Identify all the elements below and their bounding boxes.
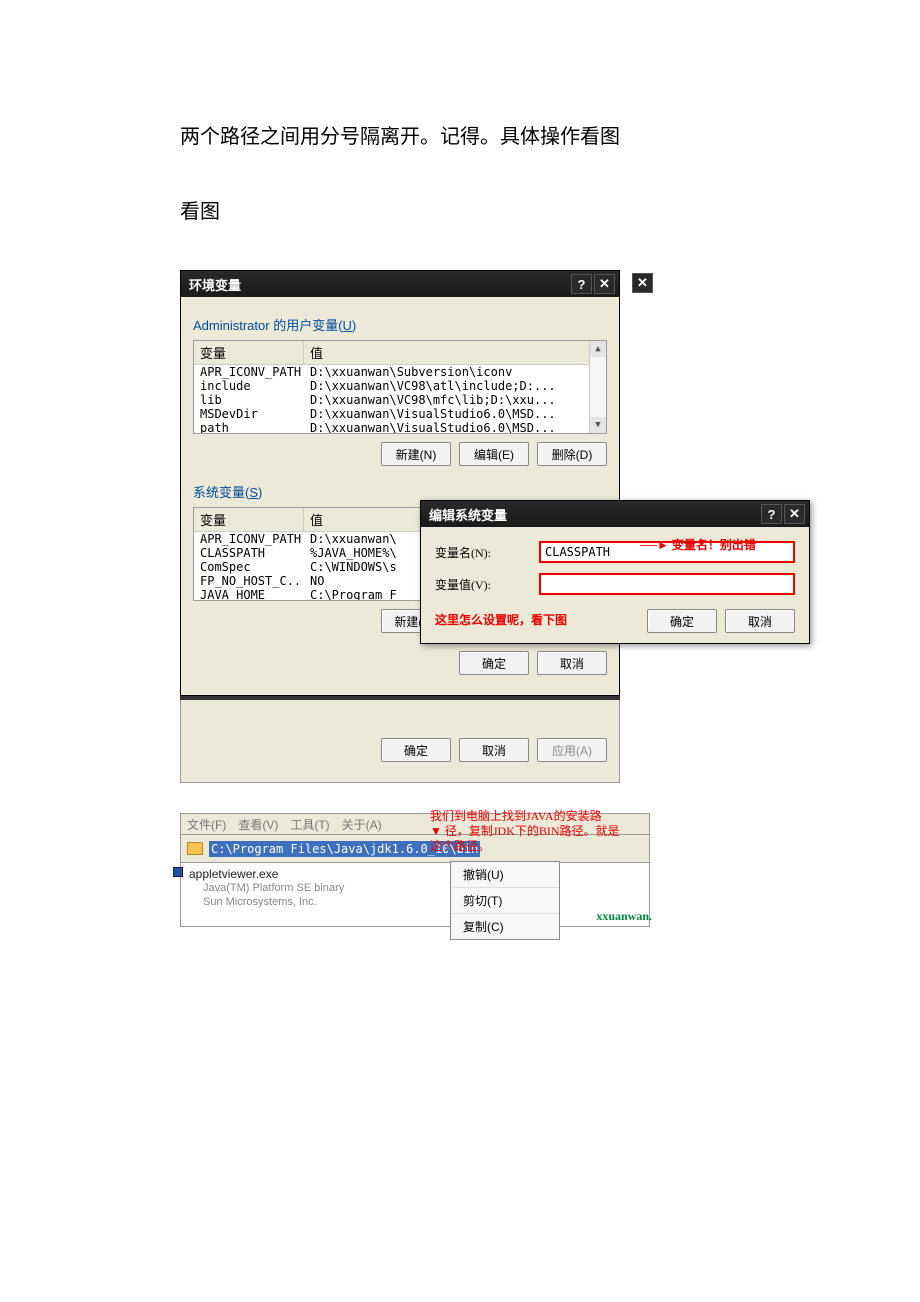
edit-titlebar: 编辑系统变量 ? ✕ <box>421 501 809 527</box>
context-menu: 撤销(U) 剪切(T) 复制(C) <box>450 861 560 940</box>
table-row[interactable]: ComSpec <box>194 560 304 574</box>
scrollbar[interactable]: ▲ ▼ <box>589 341 606 433</box>
close-button[interactable]: ✕ <box>594 274 615 294</box>
explorer-annotation: 我们到电脑上找到JAVA的安装路 ▼ 径，复制JDK下的BIN路径。就是 这个路… <box>430 809 620 854</box>
help-button[interactable]: ? <box>761 504 782 524</box>
explorer-window: 文件(F) 查看(V) 工具(T) 关于(A) C:\Program Files… <box>180 813 650 927</box>
table-row[interactable]: lib <box>194 393 304 407</box>
outer-ok-button[interactable]: 确定 <box>381 738 451 762</box>
annotation-bottom: 这里怎么设置呢，看下图 <box>435 611 567 628</box>
env-title: 环境变量 <box>189 275 241 294</box>
table-row[interactable]: JAVA_HOME <box>194 588 304 601</box>
watermark: xxuanwan. <box>596 909 652 924</box>
table-row[interactable]: MSDevDir <box>194 407 304 421</box>
var-value-input[interactable] <box>539 573 795 595</box>
menu-tool[interactable]: 工具(T) <box>290 816 329 833</box>
env-titlebar: 环境变量 ? ✕ <box>181 271 619 297</box>
file-desc: Java(TM) Platform SE binary <box>189 881 641 895</box>
doc-line-2: 看图 <box>180 195 920 224</box>
del-user-button[interactable]: 删除(D) <box>537 442 607 466</box>
edit-cancel-button[interactable]: 取消 <box>725 609 795 633</box>
ctx-cut[interactable]: 剪切(T) <box>451 888 559 914</box>
outer-apply-button[interactable]: 应用(A) <box>537 738 607 762</box>
user-vars-label: Administrator 的用户变量(U) <box>193 309 607 340</box>
help-button[interactable]: ? <box>571 274 592 294</box>
scroll-up-icon[interactable]: ▲ <box>590 341 606 357</box>
app-icon <box>173 867 183 877</box>
edit-ok-button[interactable]: 确定 <box>647 609 717 633</box>
file-name[interactable]: appletviewer.exe <box>189 867 641 881</box>
ctx-copy[interactable]: 复制(C) <box>451 914 559 939</box>
cancel-button[interactable]: 取消 <box>537 651 607 675</box>
col-val[interactable]: 值 <box>304 341 606 364</box>
doc-line-1: 两个路径之间用分号隔离开。记得。具体操作看图 <box>180 120 920 149</box>
col-var[interactable]: 变量 <box>194 508 304 531</box>
edit-sysvar-dialog: 编辑系统变量 ? ✕ 变量名(N): 变量值(V): 这里怎么设置呢，看下图 确… <box>420 500 810 644</box>
table-row[interactable]: CLASSPATH <box>194 546 304 560</box>
menu-about[interactable]: 关于(A) <box>342 816 382 833</box>
outer-cancel-button[interactable]: 取消 <box>459 738 529 762</box>
file-pane: appletviewer.exe Java(TM) Platform SE bi… <box>180 863 650 927</box>
var-value-label: 变量值(V): <box>435 576 539 593</box>
table-row[interactable]: path <box>194 421 304 434</box>
menu-file[interactable]: 文件(F) <box>187 816 226 833</box>
file-vendor: Sun Microsystems, Inc. <box>189 895 641 909</box>
folder-icon <box>187 842 203 855</box>
ok-button[interactable]: 确定 <box>459 651 529 675</box>
table-row[interactable]: APR_ICONV_PATH <box>194 365 304 379</box>
table-row[interactable]: APR_ICONV_PATH <box>194 532 304 546</box>
var-name-label: 变量名(N): <box>435 544 539 561</box>
behind-close-button[interactable]: ✕ <box>632 273 653 293</box>
annotation-name: 变量名！别出错 <box>672 538 756 552</box>
outer-dialog-footer: 确定 取消 应用(A) <box>180 700 620 783</box>
table-row[interactable]: include <box>194 379 304 393</box>
close-button[interactable]: ✕ <box>784 504 805 524</box>
annotation-arrow: ──► 变量名！别出错 <box>640 536 756 553</box>
col-var[interactable]: 变量 <box>194 341 304 364</box>
user-vars-table[interactable]: 变量 值 APR_ICONV_PATHD:\xxuanwan\Subversio… <box>193 340 607 434</box>
triangle-down-icon: ▼ <box>430 824 445 838</box>
edit-title: 编辑系统变量 <box>429 505 507 524</box>
menu-view[interactable]: 查看(V) <box>238 816 278 833</box>
arrow-right-icon: ──► <box>640 538 669 552</box>
new-user-button[interactable]: 新建(N) <box>381 442 451 466</box>
table-row[interactable]: FP_NO_HOST_C... <box>194 574 304 588</box>
ctx-undo[interactable]: 撤销(U) <box>451 862 559 888</box>
scroll-down-icon[interactable]: ▼ <box>590 417 606 433</box>
edit-user-button[interactable]: 编辑(E) <box>459 442 529 466</box>
